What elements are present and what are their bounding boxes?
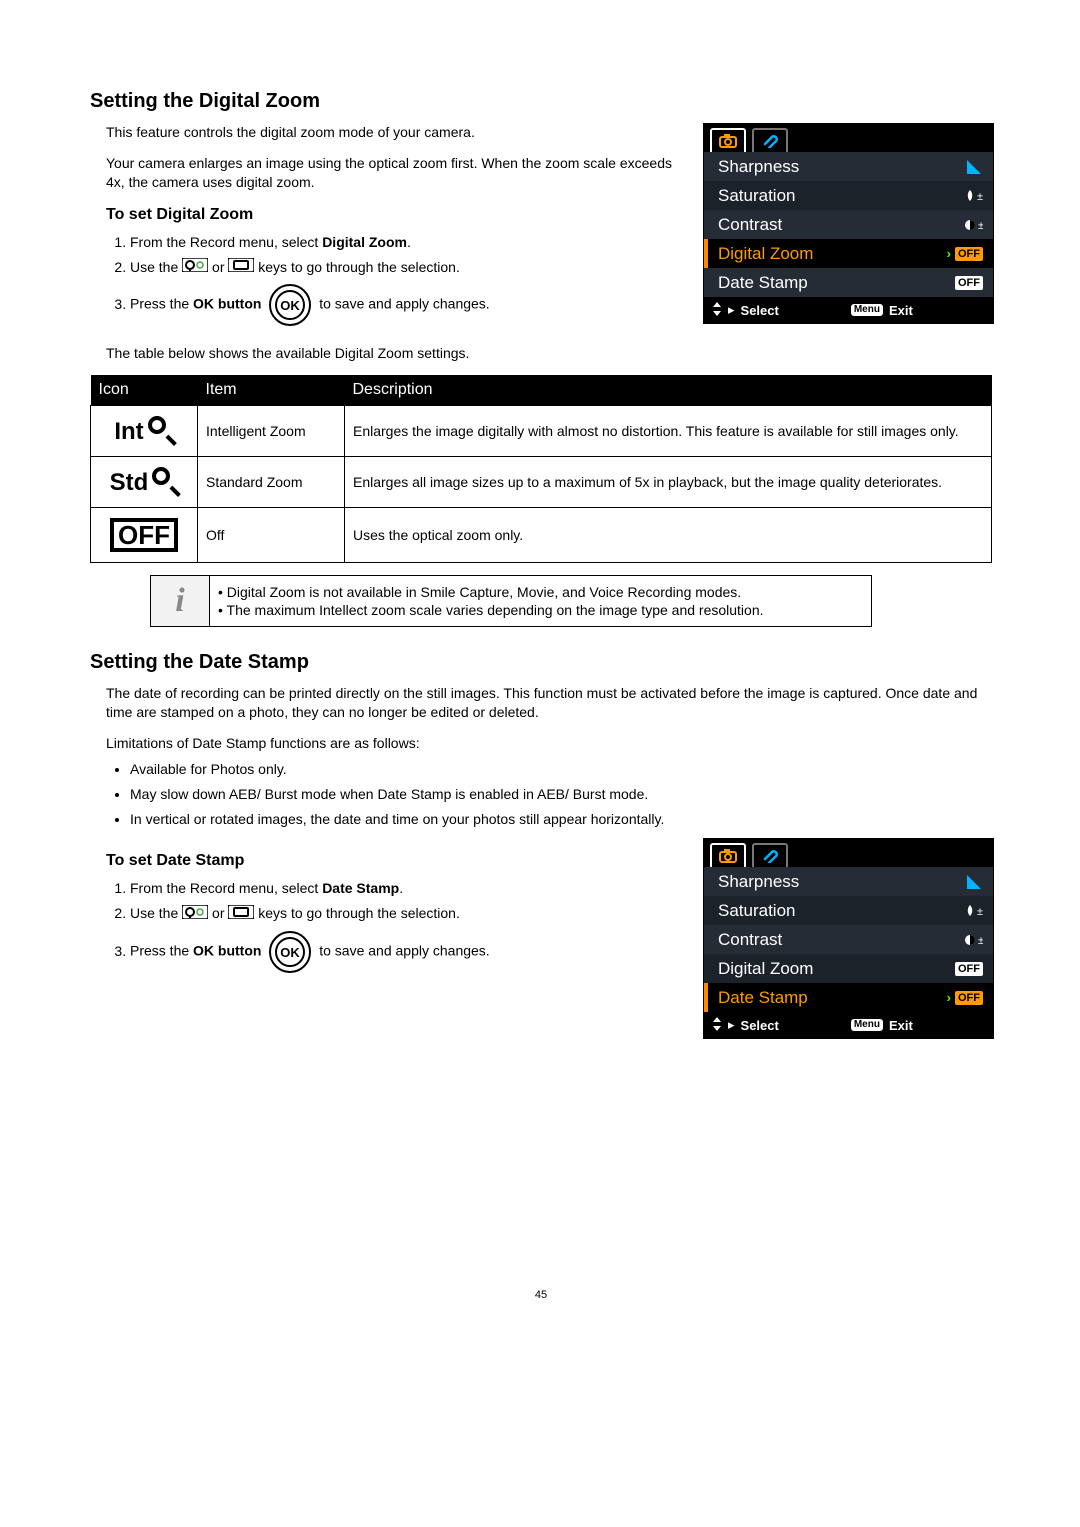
- right-arrow-icon: ▸: [728, 1017, 735, 1033]
- step: From the Record menu, select Date Stamp.: [130, 876, 683, 901]
- step: Use the or keys to go through the select…: [130, 901, 683, 927]
- subheading: To set Date Stamp: [106, 852, 683, 870]
- magnify-icon: [144, 416, 174, 446]
- sharpness-icon: [967, 875, 983, 889]
- saturation-icon: ±: [965, 190, 983, 202]
- step: Use the or keys to go through the select…: [130, 255, 683, 281]
- list-item: May slow down AEB/ Burst mode when Date …: [130, 782, 992, 807]
- paragraph: Your camera enlarges an image using the …: [106, 154, 683, 192]
- info-note: i • Digital Zoom is not available in Smi…: [150, 575, 872, 627]
- ok-button-icon: OK: [267, 282, 313, 328]
- camera-tab-icon: [710, 128, 746, 152]
- paragraph: The date of recording can be printed dir…: [106, 684, 992, 722]
- saturation-icon: ±: [965, 905, 983, 917]
- svg-text:OK: OK: [281, 945, 301, 960]
- table-row: Int Intelligent Zoom Enlarges the image …: [91, 406, 992, 457]
- right-arrow-icon: ▸: [728, 302, 735, 318]
- contrast-icon: ±: [965, 934, 983, 946]
- info-icon: i: [151, 576, 210, 626]
- macro-key-icon: [182, 904, 208, 925]
- svg-text:OK: OK: [281, 298, 301, 313]
- heading-digital-zoom: Setting the Digital Zoom: [90, 90, 992, 113]
- step: Press the OK button OK to save and apply…: [130, 927, 683, 977]
- table-row: Std Standard Zoom Enlarges all image siz…: [91, 457, 992, 508]
- paragraph: This feature controls the digital zoom m…: [106, 123, 683, 142]
- wrench-tab-icon: [752, 128, 788, 152]
- paragraph: Limitations of Date Stamp functions are …: [106, 734, 992, 753]
- svg-text:±: ±: [978, 935, 983, 946]
- arrow-right-icon: ›: [947, 246, 951, 261]
- magnify-icon: [148, 467, 178, 497]
- camera-menu-screenshot: Sharpness Saturation± Contrast± Digital …: [703, 838, 994, 1039]
- page-number: 45: [90, 1289, 992, 1301]
- list-item: Available for Photos only.: [130, 757, 992, 782]
- display-key-icon: [228, 257, 254, 278]
- wrench-tab-icon: [752, 843, 788, 867]
- svg-text:±: ±: [978, 220, 983, 231]
- step: From the Record menu, select Digital Zoo…: [130, 230, 683, 255]
- svg-text:±: ±: [977, 191, 983, 202]
- camera-menu-screenshot: Sharpness Saturation± Contrast± Digital …: [703, 123, 994, 324]
- macro-key-icon: [182, 257, 208, 278]
- paragraph: The table below shows the available Digi…: [106, 344, 992, 363]
- svg-text:±: ±: [977, 906, 983, 917]
- camera-tab-icon: [710, 843, 746, 867]
- step: Press the OK button OK to save and apply…: [130, 280, 683, 330]
- list-item: In vertical or rotated images, the date …: [130, 807, 992, 832]
- digital-zoom-table: Icon Item Description Int Intelligent Zo…: [90, 375, 992, 563]
- off-icon: OFF: [110, 518, 178, 552]
- sharpness-icon: [967, 160, 983, 174]
- contrast-icon: ±: [965, 219, 983, 231]
- updown-icon: [712, 302, 722, 319]
- heading-date-stamp: Setting the Date Stamp: [90, 651, 992, 674]
- display-key-icon: [228, 904, 254, 925]
- table-row: OFF Off Uses the optical zoom only.: [91, 508, 992, 563]
- subheading: To set Digital Zoom: [106, 206, 683, 224]
- updown-icon: [712, 1017, 722, 1034]
- ok-button-icon: OK: [267, 929, 313, 975]
- arrow-right-icon: ›: [947, 990, 951, 1005]
